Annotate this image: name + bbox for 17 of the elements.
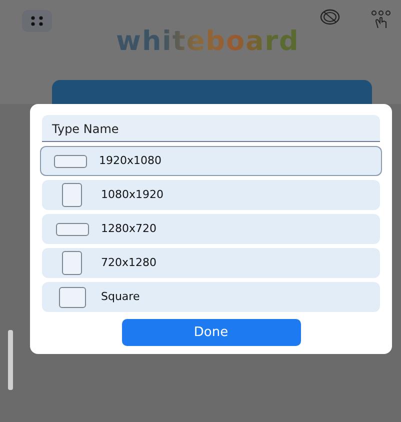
menu-button[interactable] xyxy=(22,10,52,32)
landscape-icon xyxy=(54,154,86,168)
option-row[interactable]: 1080x1920 xyxy=(42,180,380,210)
tap-icon[interactable] xyxy=(370,10,392,30)
side-handle[interactable] xyxy=(8,330,13,390)
option-row[interactable]: 720x1280 xyxy=(42,248,380,278)
portrait-icon xyxy=(62,251,82,275)
table-header: Type Name xyxy=(42,115,380,142)
grid-icon xyxy=(30,16,44,26)
option-row[interactable]: Square xyxy=(42,282,380,312)
no-ads-icon[interactable] xyxy=(320,9,340,25)
done-button[interactable]: Done xyxy=(122,319,300,346)
portrait-icon xyxy=(62,183,82,207)
option-row[interactable]: 1280x720 xyxy=(42,214,380,244)
landscape-icon xyxy=(56,222,88,236)
option-row[interactable]: 1920x1080 xyxy=(40,146,382,176)
square-icon xyxy=(58,286,86,308)
